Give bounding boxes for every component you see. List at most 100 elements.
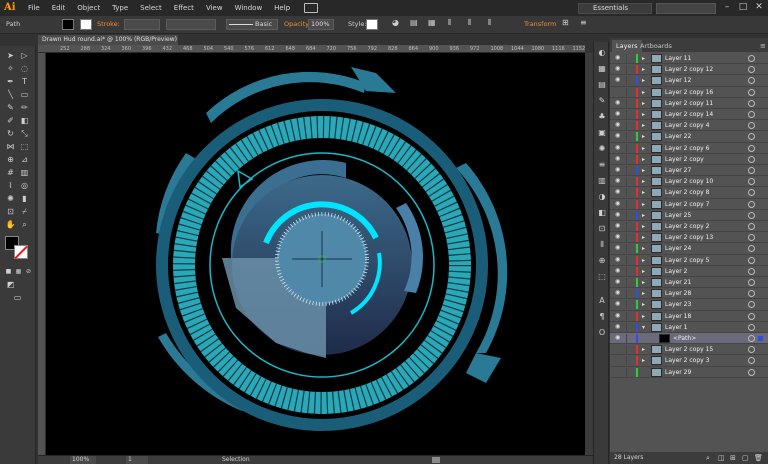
search-input[interactable]: [656, 3, 716, 14]
layer-name[interactable]: Layer 2 copy 12: [665, 64, 713, 75]
expand-arrow-icon[interactable]: ▸: [642, 222, 645, 231]
lock-toggle[interactable]: [626, 166, 627, 175]
target-circle-icon[interactable]: [748, 301, 755, 309]
target-circle-icon[interactable]: [748, 357, 755, 365]
opacity-field[interactable]: 100%: [308, 19, 334, 30]
arrange-documents-icon[interactable]: [304, 3, 319, 13]
expand-arrow-icon[interactable]: ▸: [642, 200, 645, 209]
layer-name[interactable]: Layer 2 copy 14: [665, 109, 713, 120]
make-clipping-mask-icon[interactable]: ◫: [718, 452, 725, 464]
lock-toggle[interactable]: [626, 65, 627, 75]
align-panel-icon[interactable]: ⫴: [597, 240, 607, 250]
align-right-icon[interactable]: ⫴: [488, 18, 491, 28]
target-circle-icon[interactable]: [748, 88, 755, 96]
transparency-icon[interactable]: ◑: [597, 192, 607, 202]
target-circle-icon[interactable]: [748, 133, 755, 141]
layer-row[interactable]: ◉ ▸ Layer 23: [610, 299, 768, 311]
layer-name[interactable]: Layer 2 copy 16: [665, 87, 713, 98]
hud-artwork[interactable]: [46, 53, 585, 455]
visibility-eye-icon[interactable]: [615, 369, 623, 375]
paragraph-icon[interactable]: ¶: [597, 312, 607, 322]
layer-name[interactable]: Layer 2 copy 15: [665, 344, 713, 355]
brushes-icon[interactable]: ✎: [597, 96, 607, 106]
color-panel-icon[interactable]: ◐: [597, 48, 607, 58]
layer-name[interactable]: Layer 11: [665, 53, 691, 64]
menu-options-icon[interactable]: ≡: [580, 18, 587, 27]
expand-arrow-icon[interactable]: ▸: [642, 289, 645, 298]
target-circle-icon[interactable]: [748, 335, 755, 342]
graphic-styles-icon[interactable]: ▣: [597, 128, 607, 138]
layer-name[interactable]: Layer 27: [665, 165, 691, 176]
tab-artboards[interactable]: Artboards: [636, 40, 676, 52]
menu-edit[interactable]: Edit: [46, 0, 72, 16]
target-circle-icon[interactable]: [748, 267, 755, 275]
visibility-eye-icon[interactable]: ◉: [615, 144, 623, 151]
layer-name[interactable]: Layer 2 copy 2: [665, 221, 709, 232]
target-circle-icon[interactable]: [748, 77, 755, 85]
new-layer-icon[interactable]: ▢: [742, 452, 749, 464]
visibility-eye-icon[interactable]: ◉: [615, 234, 623, 240]
lock-toggle[interactable]: [626, 87, 627, 97]
visibility-eye-icon[interactable]: ◉: [615, 200, 623, 207]
free-transform-tool-icon[interactable]: ⬚: [19, 141, 30, 152]
target-circle-icon[interactable]: [748, 223, 755, 230]
target-circle-icon[interactable]: [748, 66, 755, 74]
paintbrush-tool-icon[interactable]: ✎: [5, 102, 16, 113]
expand-arrow-icon[interactable]: ▸: [642, 132, 645, 141]
layer-row[interactable]: ◉ ▸ Layer 2 copy 12: [610, 64, 768, 76]
expand-arrow-icon[interactable]: ▸: [642, 177, 645, 186]
menu-view[interactable]: View: [200, 0, 229, 16]
layer-name[interactable]: Layer 2 copy 7: [665, 199, 709, 210]
target-circle-icon[interactable]: [748, 256, 755, 264]
gradient-tool-icon[interactable]: ▥: [19, 167, 30, 178]
zoom-field[interactable]: 100%: [70, 456, 96, 464]
blend-tool-icon[interactable]: ◎: [19, 180, 30, 191]
recolor-icon[interactable]: ◕: [392, 18, 399, 27]
visibility-eye-icon[interactable]: ◉: [615, 77, 623, 83]
layer-name[interactable]: <Path>: [673, 333, 696, 344]
visibility-eye-icon[interactable]: ◉: [615, 122, 623, 128]
target-circle-icon[interactable]: [748, 234, 755, 242]
expand-arrow-icon[interactable]: ▸: [642, 54, 645, 63]
lock-toggle[interactable]: [626, 177, 627, 187]
color-guide-icon[interactable]: ▦: [597, 64, 607, 74]
pen-tool-icon[interactable]: ✒: [5, 76, 16, 87]
lock-toggle[interactable]: [626, 311, 627, 321]
align-center-icon[interactable]: ⫴: [468, 18, 471, 28]
visibility-eye-icon[interactable]: ◉: [615, 133, 623, 139]
lock-toggle[interactable]: [626, 266, 627, 276]
layer-row[interactable]: ◉ ▸ Layer 2 copy 10: [610, 176, 768, 188]
type-tool-icon[interactable]: T: [19, 76, 30, 87]
stroke-label[interactable]: Stroke:: [97, 20, 120, 28]
new-sublayer-icon[interactable]: ⊞: [730, 452, 736, 464]
opentype-icon[interactable]: O: [597, 328, 607, 338]
menu-window[interactable]: Window: [229, 0, 269, 16]
layer-row[interactable]: ◉ ▸ Layer 2 copy 6: [610, 143, 768, 154]
expand-arrow-icon[interactable]: ▸: [642, 244, 645, 253]
layer-row[interactable]: ◉ ▸ Layer 11: [610, 53, 768, 65]
align-icon[interactable]: ▤: [410, 18, 418, 27]
target-circle-icon[interactable]: [748, 144, 755, 152]
layer-name[interactable]: Layer 2 copy 6: [665, 143, 709, 154]
visibility-eye-icon[interactable]: ◉: [615, 290, 623, 296]
transform-button[interactable]: Transform: [524, 20, 556, 28]
shape-builder-tool-icon[interactable]: ⊕: [5, 154, 16, 165]
layer-name[interactable]: Layer 23: [665, 299, 691, 310]
lock-toggle[interactable]: [626, 210, 627, 220]
expand-arrow-icon[interactable]: ▸: [642, 345, 645, 354]
lock-toggle[interactable]: [626, 278, 627, 287]
layer-row[interactable]: ◉ ▸ Layer 2 copy 2: [610, 221, 768, 233]
target-circle-icon[interactable]: [748, 122, 755, 130]
lock-toggle[interactable]: [626, 110, 627, 119]
layer-name[interactable]: Layer 2 copy 5: [665, 255, 709, 266]
minimize-button[interactable]: –: [720, 1, 734, 14]
line-tool-icon[interactable]: ╲: [5, 89, 16, 100]
expand-arrow-icon[interactable]: ▸: [642, 256, 645, 265]
menu-help[interactable]: Help: [268, 0, 296, 16]
layer-name[interactable]: Layer 22: [665, 131, 691, 142]
layer-name[interactable]: Layer 28: [665, 288, 691, 299]
direct-selection-tool-icon[interactable]: ▷: [19, 50, 30, 61]
layer-name[interactable]: Layer 2 copy 11: [665, 98, 713, 109]
lock-toggle[interactable]: [626, 154, 627, 164]
maximize-button[interactable]: □: [736, 1, 750, 14]
